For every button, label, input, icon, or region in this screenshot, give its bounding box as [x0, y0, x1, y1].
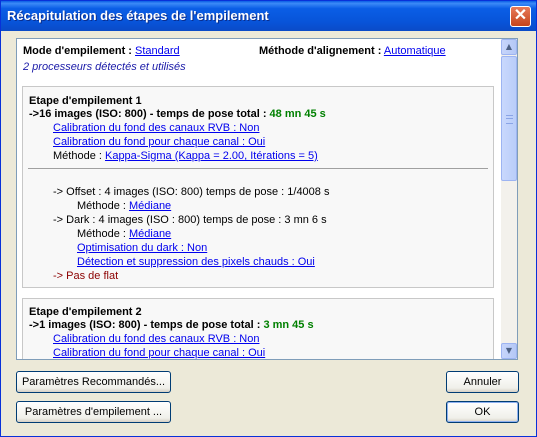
no-flat-text: -> Pas de flat: [53, 270, 119, 282]
step-2-summary: ->1 images (ISO: 800) - temps de pose to…: [29, 319, 314, 331]
step-1-method-row: Méthode : Kappa-Sigma (Kappa = 2.00, Ité…: [53, 150, 318, 162]
step-2-summary-text: ->1 images (ISO: 800) - temps de pose to…: [29, 319, 261, 331]
step-1-title: Etape d'empilement 1: [29, 95, 142, 107]
step-1-total-time: 48 mn 45 s: [269, 108, 326, 120]
ok-button[interactable]: OK: [446, 401, 519, 423]
step-2-channel-calibration-link[interactable]: Calibration du fond pour chaque canal : …: [53, 347, 265, 359]
step-1-channel-calibration-link[interactable]: Calibration du fond pour chaque canal : …: [53, 136, 265, 148]
summary-panel: Mode d'empilement : Standard Méthode d'a…: [16, 38, 518, 360]
stacking-mode-row: Mode d'empilement : Standard: [23, 45, 180, 57]
alignment-method-row: Méthode d'alignement : Automatique: [259, 45, 446, 57]
stacking-summary-dialog: Récapitulation des étapes de l'empilemen…: [0, 0, 537, 437]
offset-method-label: Méthode :: [77, 200, 126, 212]
step-1-divider: [28, 168, 488, 169]
cancel-button[interactable]: Annuler: [446, 371, 519, 393]
step-1-method-link[interactable]: Kappa-Sigma (Kappa = 2.00, Itérations = …: [105, 150, 318, 162]
stacking-mode-link[interactable]: Standard: [135, 45, 180, 57]
grip-icon: [506, 115, 513, 124]
dark-method-label: Méthode :: [77, 228, 126, 240]
dark-line: -> Dark : 4 images (ISO : 800) temps de …: [53, 214, 327, 226]
step-1-rgb-calibration-link[interactable]: Calibration du fond des canaux RVB : Non: [53, 122, 259, 134]
stacking-step-1: Etape d'empilement 1 ->16 images (ISO: 8…: [22, 86, 494, 288]
dark-method-link[interactable]: Médiane: [129, 228, 171, 240]
alignment-method-label: Méthode d'alignement :: [259, 45, 382, 57]
close-icon: ✕: [513, 7, 528, 24]
stacking-parameters-button[interactable]: Paramètres d'empilement ...: [16, 401, 171, 423]
dark-method-row: Méthode : Médiane: [77, 228, 171, 240]
close-button[interactable]: ✕: [510, 6, 531, 27]
cpu-info: 2 processeurs détectés et utilisés: [23, 61, 186, 73]
offset-method-row: Méthode : Médiane: [77, 200, 171, 212]
dark-optimization-link[interactable]: Optimisation du dark : Non: [77, 242, 207, 254]
step-1-summary-text: ->16 images (ISO: 800) - temps de pose t…: [29, 108, 267, 120]
stacking-step-2: Etape d'empilement 2 ->1 images (ISO: 80…: [22, 298, 494, 359]
chevron-down-icon: ▼: [505, 346, 513, 355]
summary-content: Mode d'empilement : Standard Méthode d'a…: [17, 39, 502, 359]
recommended-settings-button[interactable]: Paramètres Recommandés...: [16, 371, 171, 393]
step-2-title: Etape d'empilement 2: [29, 306, 142, 318]
alignment-method-link[interactable]: Automatique: [384, 45, 446, 57]
chevron-up-icon: ▲: [505, 42, 513, 51]
scroll-thumb[interactable]: [501, 56, 517, 181]
step-1-method-label: Méthode :: [53, 150, 102, 162]
scroll-down-button[interactable]: ▼: [501, 343, 517, 359]
offset-line: -> Offset : 4 images (ISO: 800) temps de…: [53, 186, 330, 198]
title-bar[interactable]: Récapitulation des étapes de l'empilemen…: [1, 1, 536, 31]
offset-method-link[interactable]: Médiane: [129, 200, 171, 212]
step-1-summary: ->16 images (ISO: 800) - temps de pose t…: [29, 108, 326, 120]
step-2-rgb-calibration-link[interactable]: Calibration du fond des canaux RVB : Non: [53, 333, 259, 345]
step-2-total-time: 3 mn 45 s: [263, 319, 314, 331]
window-title: Récapitulation des étapes de l'empilemen…: [7, 8, 269, 23]
vertical-scrollbar[interactable]: ▲ ▼: [501, 39, 517, 359]
stacking-mode-label: Mode d'empilement :: [23, 45, 132, 57]
hot-pixels-link[interactable]: Détection et suppression des pixels chau…: [77, 256, 315, 268]
scroll-up-button[interactable]: ▲: [501, 39, 517, 55]
